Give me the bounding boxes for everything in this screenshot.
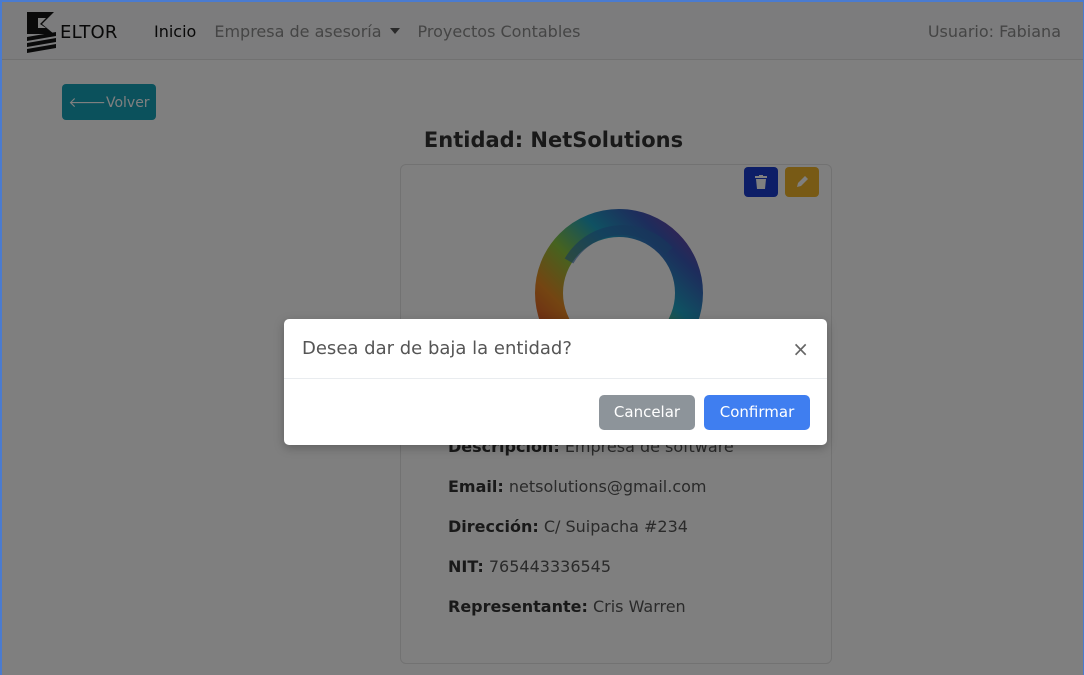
confirm-dialog: Desea dar de baja la entidad? × Cancelar…: [284, 319, 827, 445]
confirm-button[interactable]: Confirmar: [704, 394, 810, 430]
modal-title: Desea dar de baja la entidad?: [302, 338, 572, 359]
close-icon[interactable]: ×: [792, 339, 809, 359]
cancel-button[interactable]: Cancelar: [599, 394, 695, 430]
modal-footer: Cancelar Confirmar: [284, 379, 827, 445]
modal-header: Desea dar de baja la entidad? ×: [284, 319, 827, 379]
